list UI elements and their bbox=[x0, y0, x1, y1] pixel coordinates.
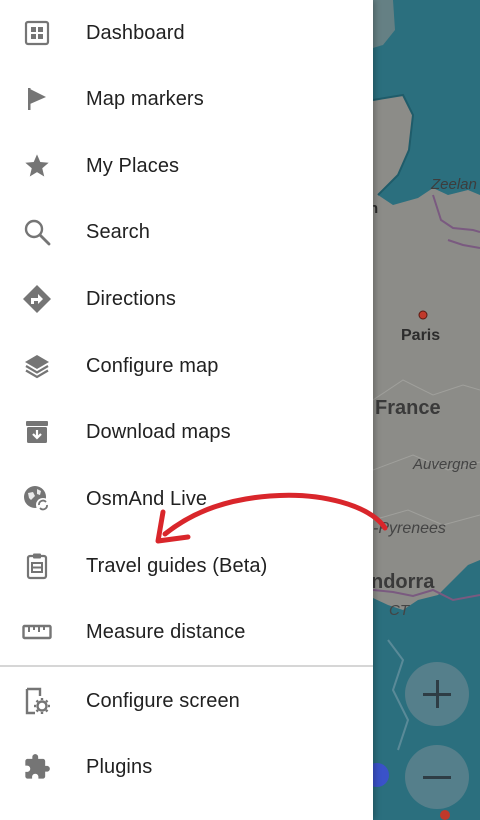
menu-item-label: OsmAnd Live bbox=[86, 487, 208, 510]
menu-item-directions[interactable]: Directions bbox=[0, 266, 373, 332]
map-label-pyrenees: -Pyrenees bbox=[373, 520, 446, 537]
menu-item-label: Dashboard bbox=[86, 21, 185, 44]
menu-item-label: My Places bbox=[86, 154, 180, 177]
navigation-drawer: Dashboard Map markers My Places Search D… bbox=[0, 0, 373, 820]
menu-item-measure-distance[interactable]: Measure distance bbox=[0, 599, 373, 665]
menu-item-label: Search bbox=[86, 220, 150, 243]
directions-icon bbox=[22, 284, 52, 314]
menu-item-label: Download maps bbox=[86, 420, 231, 443]
menu-item-configure-map[interactable]: Configure map bbox=[0, 333, 373, 399]
map-label-zeeland: Zeelan bbox=[431, 176, 477, 193]
dashboard-icon bbox=[22, 18, 52, 48]
menu-item-osmand-live[interactable]: OsmAnd Live bbox=[0, 466, 373, 532]
clipboard-icon bbox=[22, 551, 52, 581]
menu-item-label: Configure screen bbox=[86, 689, 240, 712]
map-label-partial: n bbox=[373, 200, 379, 217]
menu-item-label: Directions bbox=[86, 287, 176, 310]
plus-icon bbox=[423, 680, 451, 708]
menu-item-map-markers[interactable]: Map markers bbox=[0, 66, 373, 132]
map-label-auvergne: Auvergne bbox=[413, 456, 478, 473]
menu-item-travel-guides[interactable]: Travel guides (Beta) bbox=[0, 533, 373, 599]
map-label-andorra: ndorra bbox=[373, 571, 435, 593]
zoom-out-button[interactable] bbox=[405, 745, 469, 809]
ruler-icon bbox=[22, 617, 52, 647]
flag-icon bbox=[22, 84, 52, 114]
layers-icon bbox=[22, 351, 52, 381]
menu-item-label: Plugins bbox=[86, 755, 153, 778]
menu-item-search[interactable]: Search bbox=[0, 199, 373, 265]
menu-divider bbox=[0, 665, 373, 667]
minus-icon bbox=[423, 763, 451, 791]
menu-item-dashboard[interactable]: Dashboard bbox=[0, 0, 373, 66]
map-label-france: France bbox=[375, 397, 441, 419]
menu-item-configure-screen[interactable]: Configure screen bbox=[0, 668, 373, 734]
search-icon bbox=[22, 217, 52, 247]
download-archive-icon bbox=[22, 417, 52, 447]
menu-item-plugins[interactable]: Plugins bbox=[0, 734, 373, 800]
menu-item-download-maps[interactable]: Download maps bbox=[0, 399, 373, 465]
globe-sync-icon bbox=[22, 484, 52, 514]
menu-item-label: Travel guides (Beta) bbox=[86, 554, 268, 577]
puzzle-icon bbox=[22, 752, 52, 782]
map-label-paris: Paris bbox=[401, 327, 441, 344]
star-icon bbox=[22, 151, 52, 181]
menu-item-my-places[interactable]: My Places bbox=[0, 133, 373, 199]
menu-item-label: Map markers bbox=[86, 87, 204, 110]
map-view[interactable]: Zeelan n Paris France Auvergne -Pyrenees… bbox=[373, 0, 480, 820]
menu-item-label: Configure map bbox=[86, 354, 219, 377]
menu-item-label: Measure distance bbox=[86, 620, 246, 643]
screen-settings-icon bbox=[22, 686, 52, 716]
map-label-ct: CT bbox=[389, 602, 409, 619]
zoom-in-button[interactable] bbox=[405, 662, 469, 726]
